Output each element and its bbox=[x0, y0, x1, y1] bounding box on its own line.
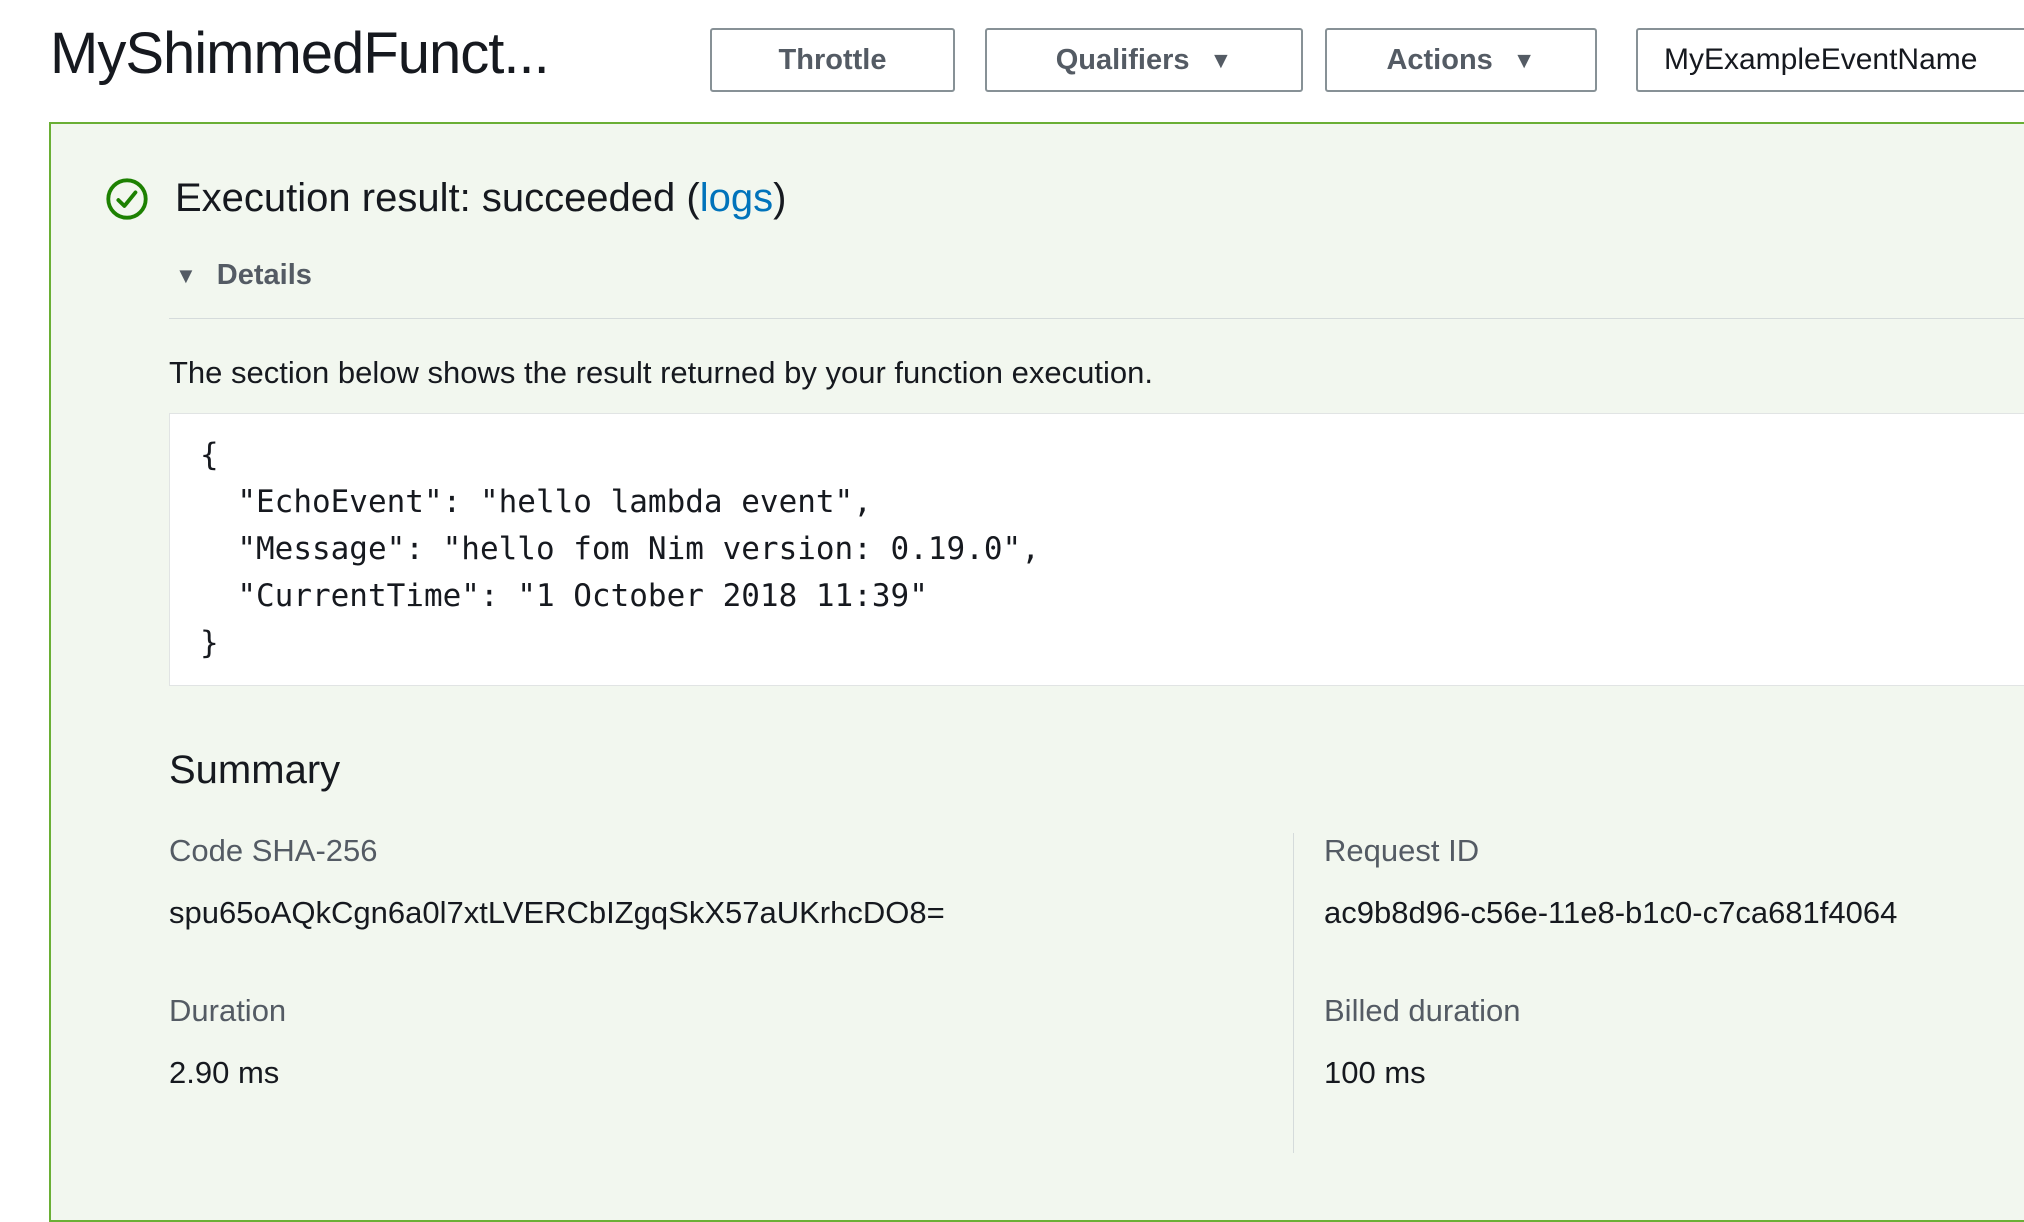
summary-field-code-sha256: Code SHA-256 spu65oAQkCgn6a0l7xtLVERCbIZ… bbox=[169, 833, 1293, 931]
field-label: Request ID bbox=[1324, 833, 2024, 869]
details-toggle[interactable]: ▼ Details bbox=[175, 259, 312, 292]
execution-result-heading: Execution result: succeeded (logs) bbox=[175, 176, 786, 221]
test-event-selected-value: MyExampleEventName bbox=[1664, 43, 1977, 77]
actions-dropdown-button[interactable]: Actions ▼ bbox=[1325, 28, 1597, 92]
result-description: The section below shows the result retur… bbox=[169, 355, 2024, 391]
field-value: 2.90 ms bbox=[169, 1055, 1293, 1091]
details-toggle-label: Details bbox=[217, 259, 312, 292]
summary-right-column: Request ID ac9b8d96-c56e-11e8-b1c0-c7ca6… bbox=[1293, 833, 2024, 1153]
field-value: spu65oAQkCgn6a0l7xtLVERCbIZgqSkX57aUKrhc… bbox=[169, 895, 1293, 931]
field-label: Duration bbox=[169, 993, 1293, 1029]
field-value: 100 ms bbox=[1324, 1055, 2024, 1091]
qualifiers-button-label: Qualifiers bbox=[1056, 44, 1190, 77]
actions-button-label: Actions bbox=[1386, 44, 1492, 77]
execution-result-header: Execution result: succeeded (logs) bbox=[105, 176, 2024, 221]
test-event-select[interactable]: MyExampleEventName bbox=[1636, 28, 2024, 92]
details-divider bbox=[169, 318, 2024, 319]
result-heading-suffix: ) bbox=[773, 176, 786, 220]
chevron-down-icon: ▼ bbox=[1513, 47, 1536, 74]
function-output-json: { "EchoEvent": "hello lambda event", "Me… bbox=[169, 413, 2024, 686]
throttle-button[interactable]: Throttle bbox=[710, 28, 955, 92]
summary-title: Summary bbox=[169, 748, 2024, 793]
execution-result-panel: Execution result: succeeded (logs) ▼ Det… bbox=[49, 122, 2024, 1222]
summary-field-billed-duration: Billed duration 100 ms bbox=[1324, 993, 2024, 1091]
logs-link[interactable]: logs bbox=[700, 176, 773, 220]
summary-left-column: Code SHA-256 spu65oAQkCgn6a0l7xtLVERCbIZ… bbox=[169, 833, 1293, 1153]
qualifiers-dropdown-button[interactable]: Qualifiers ▼ bbox=[985, 28, 1303, 92]
field-value: ac9b8d96-c56e-11e8-b1c0-c7ca681f4064 bbox=[1324, 895, 2024, 931]
result-heading-prefix: Execution result: succeeded ( bbox=[175, 176, 700, 220]
summary-field-duration: Duration 2.90 ms bbox=[169, 993, 1293, 1091]
summary-grid: Code SHA-256 spu65oAQkCgn6a0l7xtLVERCbIZ… bbox=[169, 833, 2024, 1153]
triangle-down-icon: ▼ bbox=[175, 263, 197, 289]
function-title: MyShimmedFunct... bbox=[50, 20, 549, 87]
chevron-down-icon: ▼ bbox=[1210, 47, 1233, 74]
success-check-icon bbox=[105, 177, 149, 221]
field-label: Code SHA-256 bbox=[169, 833, 1293, 869]
summary-field-request-id: Request ID ac9b8d96-c56e-11e8-b1c0-c7ca6… bbox=[1324, 833, 2024, 931]
field-label: Billed duration bbox=[1324, 993, 2024, 1029]
throttle-button-label: Throttle bbox=[779, 44, 887, 77]
function-header: MyShimmedFunct... Throttle Qualifiers ▼ … bbox=[0, 0, 2024, 122]
